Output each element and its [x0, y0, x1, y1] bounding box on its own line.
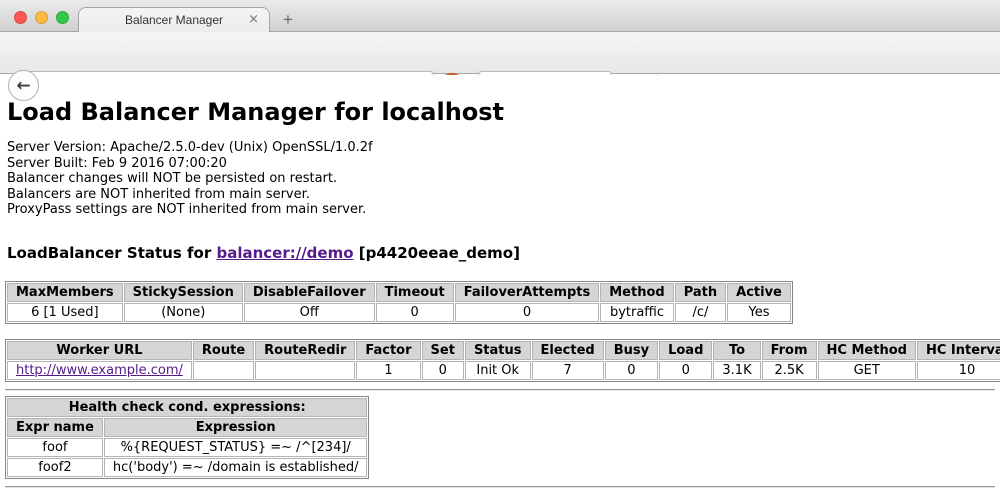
- server-info: Server Version: Apache/2.5.0-dev (Unix) …: [7, 140, 1000, 218]
- worker-url-link[interactable]: http://www.example.com/: [16, 363, 183, 378]
- worker-row: http://www.example.com/ 1 0 Init Ok 7 0 …: [7, 361, 1000, 380]
- col-header: RouteRedir: [255, 341, 355, 360]
- col-header: Busy: [605, 341, 658, 360]
- table-row: foof2 hc('body') =~ /domain is establish…: [7, 458, 367, 477]
- close-window-button[interactable]: [14, 11, 27, 24]
- navigation-toolbar: localhost:8880/balancer-manager ↻ Search…: [0, 32, 1000, 74]
- col-header: DisableFailover: [244, 283, 375, 302]
- inherit-warning-line: Balancers are NOT inherited from main se…: [7, 187, 1000, 203]
- col-header: Path: [675, 283, 726, 302]
- col-header: Expression: [104, 418, 368, 437]
- browser-window: Balancer Manager × + localhost:8880/bala…: [0, 0, 1000, 491]
- table-row: 6 [1 Used] (None) Off 0 0 bytraffic /c/ …: [7, 303, 791, 322]
- table-row: foof %{REQUEST_STATUS} =~ /^[234]/: [7, 438, 367, 457]
- col-header: Timeout: [376, 283, 454, 302]
- page-title: Load Balancer Manager for localhost: [7, 98, 1000, 126]
- tab-close-icon[interactable]: ×: [248, 12, 259, 27]
- server-version-line: Server Version: Apache/2.5.0-dev (Unix) …: [7, 140, 1000, 156]
- balancer-heading-suffix: [p4420eeae_demo]: [354, 244, 520, 262]
- col-header: Elected: [532, 341, 604, 360]
- server-built-line: Server Built: Feb 9 2016 07:00:20: [7, 156, 1000, 172]
- col-header: FailoverAttempts: [455, 283, 600, 302]
- col-header: Expr name: [7, 418, 103, 437]
- health-table-title: Health check cond. expressions:: [7, 398, 367, 417]
- page-content: Load Balancer Manager for localhost Serv…: [0, 75, 1000, 491]
- col-header: To: [713, 341, 760, 360]
- balancer-settings-table: MaxMembers StickySession DisableFailover…: [5, 281, 793, 324]
- col-header: HC Interval: [917, 341, 1000, 360]
- table-header-row: Expr name Expression: [7, 418, 367, 437]
- expr-name-cell: foof: [7, 438, 103, 457]
- cell: [193, 361, 254, 380]
- tab-strip: Balancer Manager × +: [0, 0, 1000, 32]
- persist-warning-line: Balancer changes will NOT be persisted o…: [7, 171, 1000, 187]
- balancer-demo-link[interactable]: balancer://demo: [216, 244, 353, 262]
- health-check-table: Health check cond. expressions: Expr nam…: [5, 396, 369, 479]
- window-controls: [14, 11, 69, 24]
- worker-url-cell: http://www.example.com/: [7, 361, 192, 380]
- col-header: Load: [659, 341, 712, 360]
- tab-balancer-manager[interactable]: Balancer Manager ×: [78, 7, 270, 32]
- cell: GET: [818, 361, 916, 380]
- col-header: Set: [422, 341, 464, 360]
- col-header: StickySession: [124, 283, 243, 302]
- cell: (None): [124, 303, 243, 322]
- expr-name-cell: foof2: [7, 458, 103, 477]
- cell: 10: [917, 361, 1000, 380]
- col-header: Status: [465, 341, 531, 360]
- cell: 7: [532, 361, 604, 380]
- worker-table: Worker URL Route RouteRedir Factor Set S…: [5, 339, 1000, 382]
- table-title-row: Health check cond. expressions:: [7, 398, 367, 417]
- cell: 0: [605, 361, 658, 380]
- new-tab-button[interactable]: +: [283, 10, 293, 30]
- table-header-row: Worker URL Route RouteRedir Factor Set S…: [7, 341, 1000, 360]
- cell: /c/: [675, 303, 726, 322]
- col-header: MaxMembers: [7, 283, 123, 302]
- cell: Yes: [727, 303, 791, 322]
- back-button[interactable]: ←: [8, 70, 39, 101]
- cell: bytraffic: [600, 303, 673, 322]
- col-header: Worker URL: [7, 341, 192, 360]
- cell: 0: [376, 303, 454, 322]
- balancer-status-heading: LoadBalancer Status for balancer://demo …: [7, 244, 1000, 262]
- cell: Off: [244, 303, 375, 322]
- cell: 0: [455, 303, 600, 322]
- minimize-window-button[interactable]: [35, 11, 48, 24]
- horizontal-rule: [5, 389, 995, 391]
- cell: 0: [659, 361, 712, 380]
- col-header: From: [762, 341, 817, 360]
- col-header: Method: [600, 283, 673, 302]
- horizontal-rule: [5, 486, 995, 488]
- cell: [255, 361, 355, 380]
- cell: Init Ok: [465, 361, 531, 380]
- table-header-row: MaxMembers StickySession DisableFailover…: [7, 283, 791, 302]
- proxypass-warning-line: ProxyPass settings are NOT inherited fro…: [7, 202, 1000, 218]
- col-header: Route: [193, 341, 254, 360]
- cell: 0: [422, 361, 464, 380]
- cell: 3.1K: [713, 361, 760, 380]
- zoom-window-button[interactable]: [56, 11, 69, 24]
- tab-title: Balancer Manager: [125, 13, 223, 27]
- cell: 2.5K: [762, 361, 817, 380]
- col-header: HC Method: [818, 341, 916, 360]
- col-header: Factor: [356, 341, 420, 360]
- expression-cell: hc('body') =~ /domain is established/: [104, 458, 368, 477]
- col-header: Active: [727, 283, 791, 302]
- balancer-heading-prefix: LoadBalancer Status for: [7, 244, 216, 262]
- cell: 1: [356, 361, 420, 380]
- cell: 6 [1 Used]: [7, 303, 123, 322]
- expression-cell: %{REQUEST_STATUS} =~ /^[234]/: [104, 438, 368, 457]
